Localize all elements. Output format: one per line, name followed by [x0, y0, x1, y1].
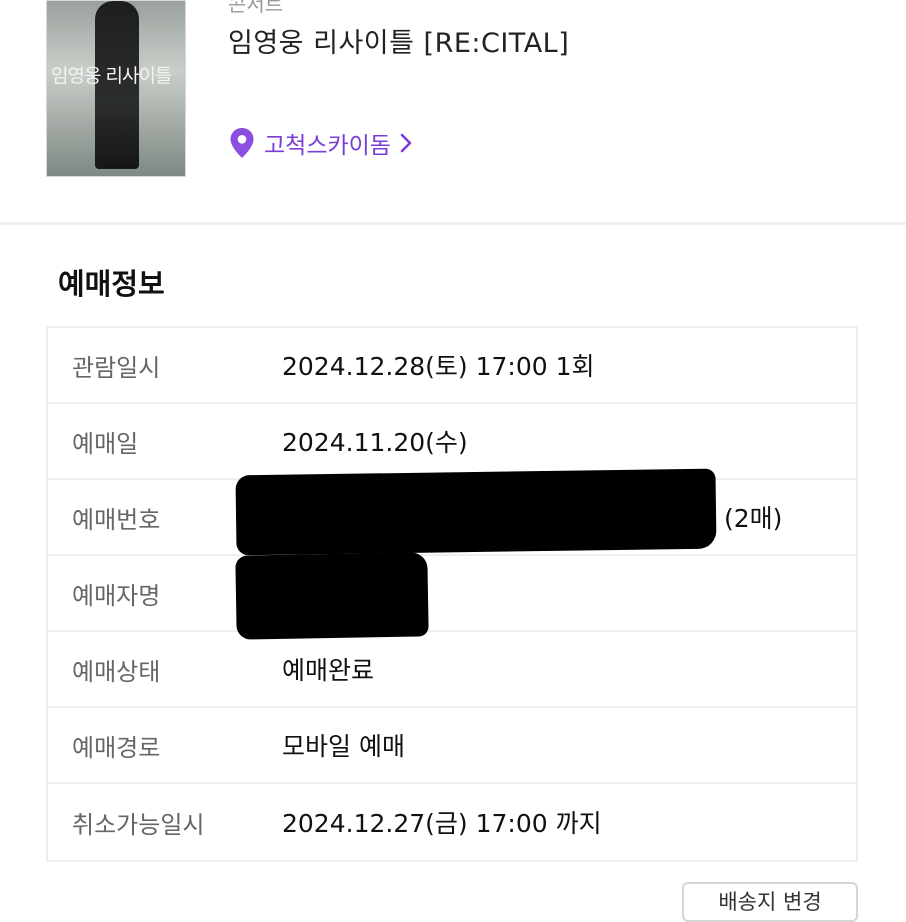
- row-value: 2024.12.27(금) 17:00 까지: [282, 809, 602, 838]
- row-label: 예매상태: [72, 657, 161, 686]
- booking-info-table: 관람일시 2024.12.28(토) 17:00 1회 예매일 2024.11.…: [46, 326, 858, 862]
- table-row: 관람일시 2024.12.28(토) 17:00 1회: [48, 328, 856, 404]
- row-value: 모바일 예매: [282, 732, 405, 761]
- row-value: 예매완료: [282, 656, 375, 685]
- redaction-mark: [235, 468, 717, 556]
- table-row: 예매상태 예매완료: [48, 632, 856, 708]
- redaction-mark: [235, 552, 429, 640]
- row-label: 예매경로: [72, 733, 161, 762]
- change-address-button[interactable]: 배송지 변경: [682, 882, 858, 922]
- table-row: 예매일 2024.11.20(수): [48, 404, 856, 480]
- section-title: 예매정보: [58, 267, 165, 301]
- row-label: 예매자명: [72, 581, 161, 610]
- row-label: 관람일시: [72, 353, 161, 382]
- row-label: 예매번호: [72, 505, 161, 534]
- category-label: 콘서트: [228, 0, 284, 16]
- row-label: 예매일: [72, 429, 139, 458]
- table-row: 예매경로 모바일 예매: [48, 708, 856, 784]
- venue-link[interactable]: 고척스카이돔: [228, 124, 413, 162]
- venue-name: 고척스카이돔: [264, 133, 391, 159]
- ticket-count: (2매): [724, 504, 783, 533]
- poster-title-text: 임영웅 리사이틀: [51, 65, 172, 87]
- row-label: 취소가능일시: [72, 810, 205, 839]
- performance-title: 임영웅 리사이틀 [RE:CITAL]: [228, 28, 570, 59]
- table-row: 예매번호 (2매): [48, 468, 856, 556]
- section-divider: [0, 222, 906, 225]
- row-value: 2024.12.28(토) 17:00 1회: [282, 352, 595, 381]
- table-row: 취소가능일시 2024.12.27(금) 17:00 까지: [48, 784, 856, 860]
- poster-image: 임영웅 리사이틀: [46, 0, 186, 177]
- row-value: 2024.11.20(수): [282, 428, 468, 457]
- table-row: 예매자명: [48, 552, 856, 640]
- location-pin-icon: [228, 127, 256, 159]
- chevron-right-icon: [399, 132, 413, 154]
